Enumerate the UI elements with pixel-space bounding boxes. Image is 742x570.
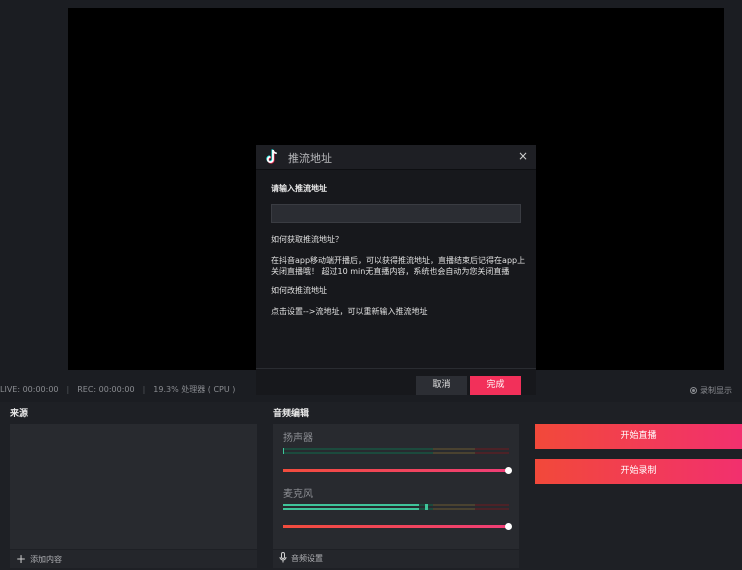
close-icon[interactable]: × <box>518 149 528 163</box>
help-text: 在抖音app移动端开播后，可以获得推流地址，直播结束后记得在app上关闭直播哦！… <box>271 256 526 276</box>
cpu-usage: 19.3% 处理器 ( CPU ) <box>153 385 236 394</box>
speaker-label: 扬声器 <box>283 433 313 444</box>
audio-title: 音频编辑 <box>273 409 310 419</box>
stream-url-input[interactable] <box>271 204 521 223</box>
microphone-icon <box>279 552 287 563</box>
speaker-meter <box>283 448 509 454</box>
tiktok-icon <box>266 149 277 164</box>
record-display-toggle[interactable]: 录制显示 <box>690 385 732 396</box>
audio-settings-button[interactable]: 音频设置 <box>273 550 519 568</box>
audio-settings-label: 音频设置 <box>291 554 323 563</box>
change-title: 如何改推流地址 <box>271 286 327 295</box>
start-record-button[interactable]: 开始录制 <box>535 459 742 484</box>
speaker-volume-knob[interactable] <box>505 467 512 474</box>
mic-volume-knob[interactable] <box>505 523 512 530</box>
add-content-button[interactable]: + 添加内容 <box>10 550 257 568</box>
live-timer: LIVE: 00:00:00 <box>0 385 59 394</box>
mic-volume-slider[interactable] <box>283 523 512 530</box>
status-bar: LIVE: 00:00:00 | REC: 00:00:00 | 19.3% 处理器 (… <box>0 385 236 394</box>
cancel-button[interactable]: 取消 <box>416 376 467 395</box>
record-display-label: 录制显示 <box>700 386 732 395</box>
done-button[interactable]: 完成 <box>470 376 521 395</box>
add-content-label: 添加内容 <box>30 555 63 564</box>
rec-timer: REC: 00:00:00 <box>77 385 135 394</box>
sources-title: 来源 <box>10 409 29 419</box>
audio-mixer: 扬声器 麦克风 <box>273 424 519 549</box>
change-text: 点击设置-->流地址，可以重新输入推流地址 <box>271 307 428 316</box>
sources-list[interactable] <box>10 424 257 549</box>
speaker-volume-slider[interactable] <box>283 467 512 474</box>
url-label: 请输入推流地址 <box>271 184 327 193</box>
radio-icon <box>690 387 697 394</box>
help-title: 如何获取推流地址？ <box>271 235 343 244</box>
dialog-body: 请输入推流地址 如何获取推流地址？ 在抖音app移动端开播后，可以获得推流地址，… <box>271 183 525 317</box>
dialog-title: 推流地址 <box>288 152 332 165</box>
dialog-header: 推流地址 × <box>256 145 536 170</box>
mic-label: 麦克风 <box>283 489 313 500</box>
plus-icon: + <box>16 552 27 566</box>
start-live-button[interactable]: 开始直播 <box>535 424 742 449</box>
mic-meter <box>283 504 509 510</box>
stream-url-dialog: 推流地址 × 请输入推流地址 如何获取推流地址？ 在抖音app移动端开播后，可以… <box>256 145 536 395</box>
